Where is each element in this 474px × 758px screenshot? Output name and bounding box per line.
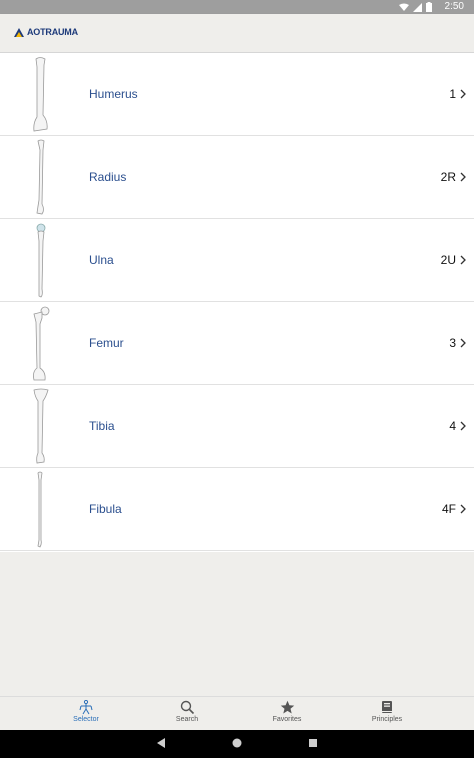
bone-name: Tibia: [89, 419, 115, 433]
app-bar: AOTRAUMA: [0, 14, 474, 53]
system-navigation-bar: [0, 730, 474, 758]
bone-name: Ulna: [89, 253, 114, 267]
bone-row-ulna[interactable]: Ulna 2U: [0, 219, 474, 302]
bone-code: 4F: [441, 502, 456, 516]
chevron-right-icon: [460, 421, 466, 431]
chevron-right-icon: [460, 172, 466, 182]
bone-code: 4: [449, 419, 456, 433]
chevron-right-icon: [460, 89, 466, 99]
bone-row-tibia[interactable]: Tibia 4: [0, 385, 474, 468]
tab-favorites-label: Favorites: [272, 716, 302, 723]
bone-name: Fibula: [89, 502, 122, 516]
bone-row-fibula[interactable]: Fibula 4F: [0, 468, 474, 551]
tibia-bone-image: [33, 388, 49, 464]
bone-code: 1: [449, 87, 456, 101]
status-time: 2:50: [444, 1, 464, 12]
fibula-bone-image: [37, 471, 43, 548]
tab-selector-label: Selector: [73, 716, 99, 723]
chevron-right-icon: [460, 504, 466, 514]
logo-text: AOTRAUMA: [27, 27, 78, 37]
bottom-navigation: Selector Search Favorites Principles: [0, 696, 474, 730]
tab-principles-label: Principles: [371, 716, 403, 723]
back-icon[interactable]: [157, 738, 166, 748]
status-bar: 2:50: [0, 0, 474, 14]
humerus-bone-image: [33, 57, 48, 132]
bone-code: 3: [449, 336, 456, 350]
tab-favorites[interactable]: Favorites: [237, 697, 337, 731]
signal-icon: [413, 2, 422, 12]
chevron-right-icon: [460, 338, 466, 348]
femur-bone-image: [33, 306, 50, 381]
skeleton-icon: [79, 700, 93, 715]
recents-icon[interactable]: [309, 739, 317, 747]
chevron-right-icon: [460, 255, 466, 265]
tab-search-label: Search: [175, 716, 199, 723]
home-icon[interactable]: [232, 738, 242, 748]
bone-code: 2R: [440, 170, 456, 184]
bone-row-humerus[interactable]: Humerus 1: [0, 53, 474, 136]
ulna-bone-image: [36, 223, 46, 298]
bone-name: Radius: [89, 170, 127, 184]
book-icon: [382, 701, 392, 713]
bone-name: Humerus: [89, 87, 138, 101]
tab-principles[interactable]: Principles: [337, 697, 437, 731]
bone-list: Humerus 1 Radius 2R Ulna 2U Femur 3 Tibi…: [0, 53, 474, 552]
battery-icon: [426, 2, 432, 12]
tab-selector[interactable]: Selector: [36, 697, 136, 731]
bone-name: Femur: [89, 336, 124, 350]
radius-bone-image: [36, 139, 45, 215]
bone-row-radius[interactable]: Radius 2R: [0, 136, 474, 219]
star-icon: [280, 700, 294, 714]
bone-code: 2U: [440, 253, 456, 267]
wifi-icon: [399, 3, 409, 11]
tab-search[interactable]: Search: [137, 697, 237, 731]
bone-row-femur[interactable]: Femur 3: [0, 302, 474, 385]
ao-logo-icon: [14, 28, 24, 37]
search-icon: [180, 700, 194, 715]
ao-trauma-logo: AOTRAUMA: [14, 27, 78, 37]
